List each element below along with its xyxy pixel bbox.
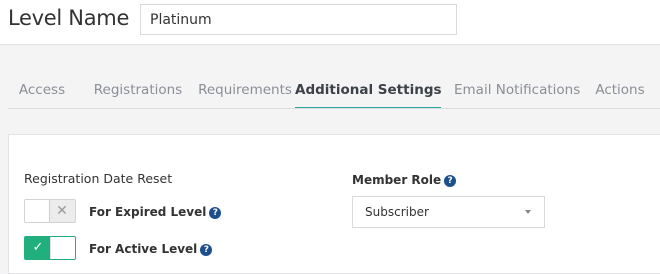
member-role-select[interactable]: Subscriber (352, 196, 545, 228)
tabs-divider (8, 108, 660, 109)
tab-email-notifications[interactable]: Email Notifications (454, 71, 580, 109)
x-icon: ✕ (56, 203, 68, 219)
active-level-label: For Active Level? (89, 242, 213, 256)
tab-requirements[interactable]: Requirements (196, 71, 294, 109)
tab-actions[interactable]: Actions (592, 71, 648, 109)
active-level-toggle[interactable]: ✓ (24, 236, 76, 260)
help-icon[interactable]: ? (200, 243, 213, 256)
member-role-text: Member Role (352, 173, 442, 187)
chevron-down-icon (525, 210, 531, 214)
help-icon[interactable]: ? (209, 206, 222, 219)
tab-additional-settings[interactable]: Additional Settings (295, 71, 442, 109)
expired-level-toggle[interactable]: ✕ (24, 199, 76, 223)
expired-level-label: For Expired Level? (89, 205, 222, 219)
active-level-text: For Active Level (89, 242, 198, 256)
help-icon[interactable]: ? (444, 174, 457, 187)
level-name-label: Level Name (8, 6, 130, 30)
tab-access[interactable]: Access (14, 71, 70, 109)
level-name-input[interactable] (140, 4, 457, 35)
tab-registrations[interactable]: Registrations (90, 71, 186, 109)
member-role-label: Member Role? (352, 173, 457, 187)
expired-level-text: For Expired Level (89, 205, 207, 219)
check-icon: ✓ (32, 240, 44, 255)
level-header: Level Name (0, 0, 660, 45)
settings-tabs: Access Registrations Requirements Additi… (8, 71, 660, 109)
registration-date-reset-title: Registration Date Reset (24, 171, 173, 186)
member-role-value: Subscriber (365, 205, 429, 219)
toggle-knob (25, 200, 50, 222)
toggle-knob (50, 237, 75, 259)
